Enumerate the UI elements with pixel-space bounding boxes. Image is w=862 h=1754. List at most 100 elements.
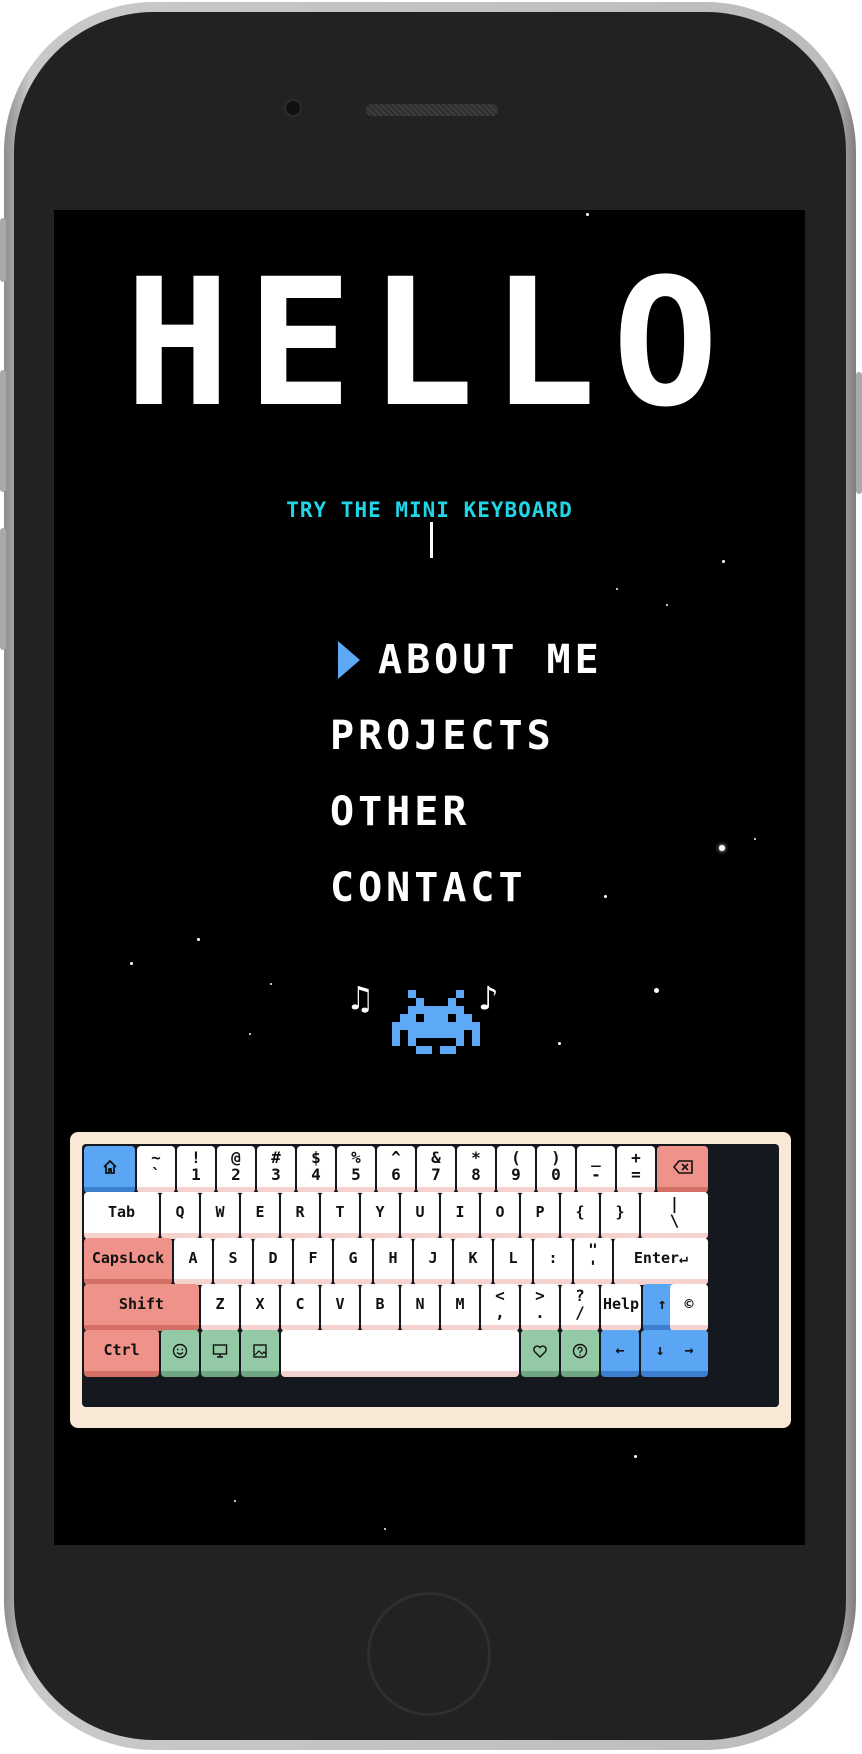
key-backslash[interactable]: | \: [641, 1192, 708, 1239]
volume-up-button: [0, 370, 6, 492]
key-u[interactable]: U: [401, 1192, 439, 1239]
menu-item-projects[interactable]: PROJECTS: [330, 698, 603, 774]
key-quote[interactable]: " ': [574, 1238, 612, 1285]
star: [384, 1528, 386, 1530]
key-r[interactable]: R: [281, 1192, 319, 1239]
monitor-key[interactable]: [201, 1330, 239, 1377]
key-m[interactable]: M: [441, 1284, 479, 1331]
heart-key[interactable]: [521, 1330, 559, 1377]
key-3[interactable]: #3: [257, 1146, 295, 1193]
key-n[interactable]: N: [401, 1284, 439, 1331]
key-i[interactable]: I: [441, 1192, 479, 1239]
key-g[interactable]: G: [334, 1238, 372, 1285]
key-a[interactable]: A: [174, 1238, 212, 1285]
key-9[interactable]: (9: [497, 1146, 535, 1193]
key-l[interactable]: L: [494, 1238, 532, 1285]
key-7[interactable]: & 7: [417, 1146, 455, 1193]
key-4[interactable]: $4: [297, 1146, 335, 1193]
menu-item-contact[interactable]: CONTACT: [330, 850, 603, 926]
arrow-right-key[interactable]: →: [670, 1330, 708, 1377]
key-d[interactable]: D: [254, 1238, 292, 1285]
key-z[interactable]: Z: [201, 1284, 239, 1331]
key-f[interactable]: F: [294, 1238, 332, 1285]
star: [616, 588, 618, 590]
key-x[interactable]: X: [241, 1284, 279, 1331]
star: [754, 838, 756, 840]
key-colon[interactable]: :: [534, 1238, 572, 1285]
home-key[interactable]: [84, 1146, 135, 1193]
key-v[interactable]: V: [321, 1284, 359, 1331]
copyright-key[interactable]: ©: [670, 1284, 708, 1331]
shift-key[interactable]: Shift: [84, 1284, 199, 1331]
mini-keyboard: ~ ` ! 1 @2 #3 $4 % 5 ^ 6 & 7 * 8 (9 ) 0 _ - + = T…: [70, 1132, 791, 1428]
key-6[interactable]: ^ 6: [377, 1146, 415, 1193]
star: [558, 1042, 561, 1045]
copyright-icon: ©: [684, 1294, 694, 1313]
selector-arrow-icon: [338, 641, 360, 679]
key-comma[interactable]: <,: [481, 1284, 519, 1331]
text-cursor: [430, 522, 433, 558]
smiley-icon: [172, 1343, 188, 1358]
arrow-left-icon: ←: [615, 1340, 625, 1359]
key-right-brace[interactable]: }: [601, 1192, 639, 1239]
space-invader-icon[interactable]: [392, 990, 480, 1054]
keyboard-hint: TRY THE MINI KEYBOARD: [286, 498, 573, 522]
menu-item-label: ABOUT ME: [378, 637, 603, 683]
key-slash[interactable]: ? /: [561, 1284, 599, 1331]
menu-item-label: PROJECTS: [330, 713, 555, 759]
key-s[interactable]: S: [214, 1238, 252, 1285]
emoji-key[interactable]: [161, 1330, 199, 1377]
capslock-key[interactable]: CapsLock: [84, 1238, 172, 1285]
key-5[interactable]: % 5: [337, 1146, 375, 1193]
key-t[interactable]: T: [321, 1192, 359, 1239]
key-2[interactable]: @2: [217, 1146, 255, 1193]
star: [586, 213, 589, 216]
arrow-left-key[interactable]: ←: [601, 1330, 639, 1377]
key-k[interactable]: K: [454, 1238, 492, 1285]
volume-down-button: [0, 528, 6, 650]
monitor-icon: [212, 1343, 228, 1358]
key-w[interactable]: W: [201, 1192, 239, 1239]
key-p[interactable]: P: [521, 1192, 559, 1239]
key-b[interactable]: B: [361, 1284, 399, 1331]
hello-title: HELLO: [124, 241, 735, 446]
star: [634, 1455, 637, 1458]
question-key[interactable]: [561, 1330, 599, 1377]
key-j[interactable]: J: [414, 1238, 452, 1285]
music-note-icon: ♪: [478, 979, 499, 1019]
image-key[interactable]: [241, 1330, 279, 1377]
ctrl-key[interactable]: Ctrl: [84, 1330, 159, 1377]
star: [722, 560, 725, 563]
key-o[interactable]: O: [481, 1192, 519, 1239]
star: [666, 604, 668, 606]
star: [197, 938, 200, 941]
key-y[interactable]: Y: [361, 1192, 399, 1239]
key-8[interactable]: * 8: [457, 1146, 495, 1193]
help-key[interactable]: Help: [601, 1284, 641, 1331]
backspace-key[interactable]: [657, 1146, 708, 1193]
front-camera: [286, 101, 300, 115]
enter-key[interactable]: Enter↵: [614, 1238, 708, 1285]
menu-item-other[interactable]: OTHER: [330, 774, 603, 850]
earpiece-speaker: [366, 104, 498, 116]
key-1[interactable]: ! 1: [177, 1146, 215, 1193]
key-q[interactable]: Q: [161, 1192, 199, 1239]
key-e[interactable]: E: [241, 1192, 279, 1239]
key-minus[interactable]: _ -: [577, 1146, 615, 1193]
star: [234, 1500, 236, 1502]
key-backtick[interactable]: ~ `: [137, 1146, 175, 1193]
tab-key[interactable]: Tab: [84, 1192, 159, 1239]
menu-item-label: OTHER: [330, 789, 471, 835]
key-h[interactable]: H: [374, 1238, 412, 1285]
menu-item-about-me[interactable]: ABOUT ME: [330, 622, 603, 698]
key-c[interactable]: C: [281, 1284, 319, 1331]
key-left-brace[interactable]: {: [561, 1192, 599, 1239]
home-button[interactable]: [367, 1592, 491, 1716]
app-screen: HELLO TRY THE MINI KEYBOARD ABOUT ME PRO…: [54, 210, 805, 1545]
arrow-down-icon: ↓: [655, 1340, 665, 1359]
key-0[interactable]: ) 0: [537, 1146, 575, 1193]
space-key[interactable]: [281, 1330, 519, 1377]
home-icon: [102, 1159, 117, 1174]
key-period[interactable]: >.: [521, 1284, 559, 1331]
key-equals[interactable]: + =: [617, 1146, 655, 1193]
